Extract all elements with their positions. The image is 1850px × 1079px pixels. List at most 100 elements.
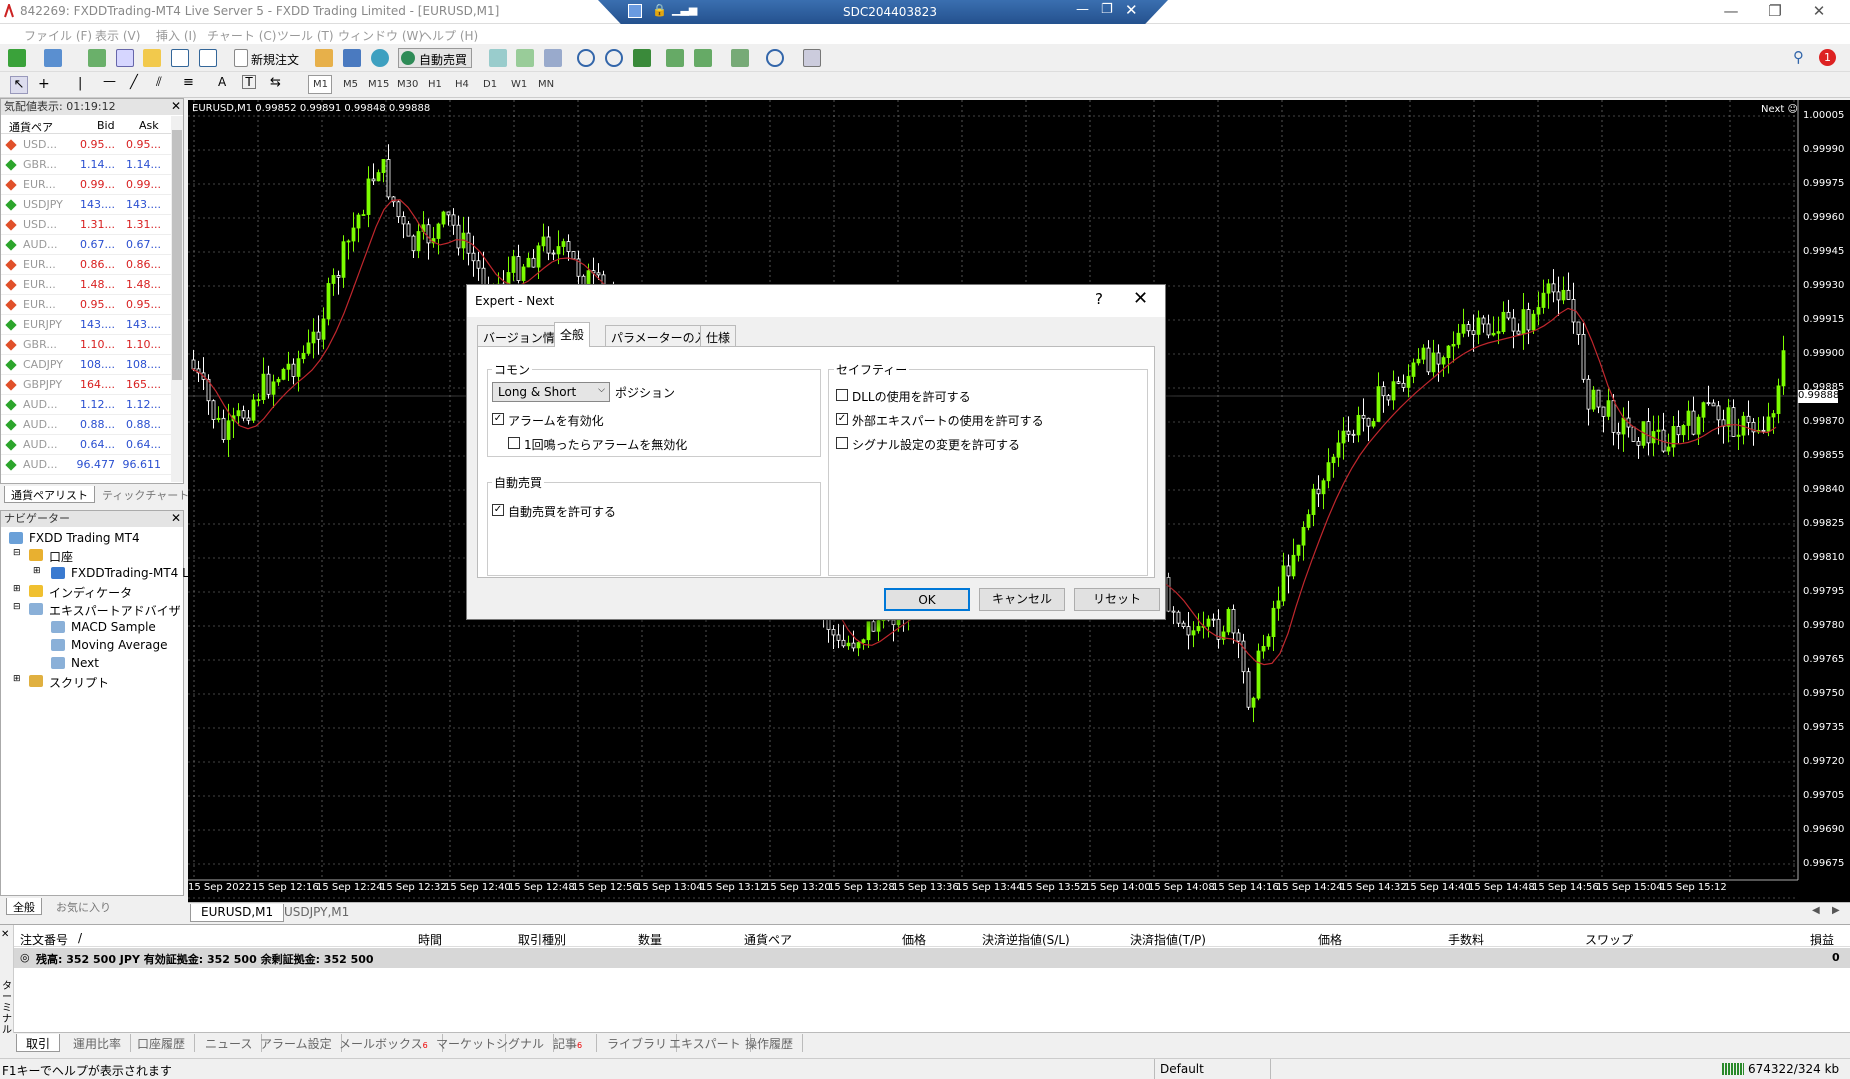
reset-button[interactable]: リセット [1074, 588, 1160, 611]
col-symbol[interactable]: 通貨ペア [744, 931, 792, 948]
market-watch-row[interactable]: EURJPY 143.... 143.... [1, 315, 171, 335]
chart-tab-eurusd[interactable]: EURUSD,M1 [190, 904, 285, 922]
expand-icon[interactable]: ⊞ [13, 674, 21, 684]
col-sort[interactable]: / [78, 931, 82, 945]
col-sl[interactable]: 決済逆指値(S/L) [982, 931, 1070, 948]
tab-exposure[interactable]: 運用比率 [64, 1034, 132, 1052]
market-watch-row[interactable]: EUR... 0.86... 0.86... [1, 255, 171, 275]
tab-trade[interactable]: 取引 [16, 1034, 61, 1052]
new-order-button[interactable]: 新規注文 [234, 49, 304, 67]
allow-dll-checkbox[interactable] [836, 389, 848, 401]
menu-insert[interactable]: 挿入 (I) [156, 27, 197, 44]
timeframe-d1[interactable]: D1 [483, 79, 497, 90]
timeframe-m30[interactable]: M30 [397, 79, 418, 90]
expand-icon[interactable]: ⊞ [13, 584, 21, 594]
disable-alert-once-checkbox[interactable] [508, 437, 520, 449]
menu-file[interactable]: ファイル (F) [24, 27, 92, 44]
dialog-close-button[interactable]: ✕ [1133, 288, 1148, 309]
tab-tick-chart[interactable]: ティックチャート [96, 486, 195, 503]
nav-experts[interactable]: エキスパートアドバイザ [49, 602, 181, 619]
market-watch-icon[interactable] [88, 49, 106, 67]
market-watch-row[interactable]: EUR... 0.99... 0.99... [1, 175, 171, 195]
tile-windows-icon[interactable] [633, 49, 651, 67]
market-watch-row[interactable]: AUD... 0.64... 0.64... [1, 435, 171, 455]
cancel-button[interactable]: キャンセル [979, 588, 1065, 611]
col-time[interactable]: 時間 [418, 931, 442, 948]
col-ask[interactable]: Ask [139, 119, 159, 132]
market-watch-row[interactable]: AUD... 0.67... 0.67... [1, 235, 171, 255]
arrows-icon[interactable]: ⇆ [270, 75, 281, 90]
col-bid[interactable]: Bid [97, 119, 115, 132]
market-watch-row[interactable]: EUR... 0.95... 0.95... [1, 295, 171, 315]
nav-ea-macd[interactable]: MACD Sample [71, 620, 156, 634]
tab-symbols[interactable]: 通貨ペアリスト [4, 486, 95, 503]
allow-autotrade-checkbox[interactable]: ✓ [492, 504, 504, 516]
minimize-button[interactable]: — [1713, 2, 1749, 20]
collapse-icon[interactable]: ⊟ [13, 602, 21, 612]
market-icon[interactable] [371, 49, 389, 67]
timeframe-w1[interactable]: W1 [511, 79, 527, 90]
rdp-minimize-button[interactable]: — [1076, 2, 1089, 17]
tab-favorites[interactable]: お気に入り [50, 898, 117, 915]
col-tp[interactable]: 決済指値(T/P) [1130, 931, 1206, 948]
scroll-thumb[interactable] [172, 130, 182, 380]
pin-icon[interactable] [628, 4, 642, 18]
timeframe-m1[interactable]: M1 [308, 75, 332, 94]
ok-button[interactable]: OK [884, 588, 970, 611]
navigator-close-icon[interactable]: ✕ [171, 511, 181, 525]
navigator-icon[interactable] [143, 49, 161, 67]
data-window-icon[interactable] [116, 49, 134, 67]
enable-alerts-checkbox[interactable]: ✓ [492, 413, 504, 425]
market-watch-row[interactable]: GBR... 1.14... 1.14... [1, 155, 171, 175]
timeframe-m5[interactable]: M5 [343, 79, 358, 90]
menu-view[interactable]: 表示 (V) [95, 27, 140, 44]
nav-accounts[interactable]: 口座 [49, 548, 73, 565]
market-watch-row[interactable]: GBR... 1.10... 1.10... [1, 335, 171, 355]
horizontal-line-icon[interactable]: — [103, 74, 116, 89]
text-label-icon[interactable]: T [242, 75, 256, 89]
market-watch-close-icon[interactable]: ✕ [171, 99, 181, 113]
menu-window[interactable]: ウィンドウ (W) [338, 27, 423, 44]
tab-dependencies[interactable]: 仕様 [700, 325, 737, 346]
market-watch-row[interactable]: CADJPY 108.... 108.... [1, 355, 171, 375]
notification-badge[interactable]: 1 [1819, 49, 1836, 66]
col-profit[interactable]: 損益 [1810, 931, 1834, 948]
col-volume[interactable]: 数量 [638, 931, 662, 948]
autoscroll-icon[interactable] [694, 49, 712, 67]
line-chart-icon[interactable] [544, 49, 562, 67]
profiles-icon[interactable] [44, 49, 62, 67]
timeframe-h4[interactable]: H4 [455, 79, 469, 90]
cursor-icon[interactable]: ↖ [10, 76, 28, 94]
rdp-restore-button[interactable]: ❐ [1101, 2, 1113, 17]
market-watch-row[interactable]: EUR... 1.48... 1.48... [1, 275, 171, 295]
menu-help[interactable]: ヘルプ (H) [420, 27, 478, 44]
candlestick-icon[interactable] [516, 49, 534, 67]
new-chart-icon[interactable] [8, 49, 26, 67]
zoom-in-icon[interactable] [577, 49, 595, 67]
market-watch-row[interactable]: AUD... 1.12... 1.12... [1, 395, 171, 415]
tester-icon[interactable] [199, 49, 217, 67]
tab-alerts[interactable]: アラーム設定 [251, 1034, 342, 1052]
search-icon[interactable]: ⚲ [1793, 48, 1804, 66]
allow-signal-checkbox[interactable] [836, 437, 848, 449]
tab-journal[interactable]: 操作履歴 [736, 1034, 804, 1052]
market-watch-row[interactable]: GBPJPY 164.... 165.... [1, 375, 171, 395]
chart-shift-icon[interactable] [666, 49, 684, 67]
timeframe-h1[interactable]: H1 [428, 79, 442, 90]
signals-icon[interactable] [343, 49, 361, 67]
chart-tabs-scroll-left[interactable]: ◀ [1812, 905, 1820, 916]
market-watch-row[interactable]: AUD... 96.477 96.611 [1, 455, 171, 475]
col-price2[interactable]: 価格 [1318, 931, 1342, 948]
dialog-help-button[interactable]: ? [1095, 290, 1103, 308]
trendline-icon[interactable]: ╱ [130, 75, 138, 90]
market-watch-row[interactable]: AUD... 0.88... 0.88... [1, 415, 171, 435]
bar-chart-icon[interactable] [489, 49, 507, 67]
menu-chart[interactable]: チャート (C) [207, 27, 276, 44]
crosshair-icon[interactable]: + [38, 76, 50, 92]
timeframe-m15[interactable]: M15 [368, 79, 389, 90]
nav-ea-next[interactable]: Next [71, 656, 99, 670]
nav-scripts[interactable]: スクリプト [49, 674, 109, 691]
indicators-icon[interactable] [731, 49, 749, 67]
channel-icon[interactable]: ⫽ [156, 75, 162, 90]
terminal-close-icon[interactable]: ✕ [1, 929, 9, 940]
